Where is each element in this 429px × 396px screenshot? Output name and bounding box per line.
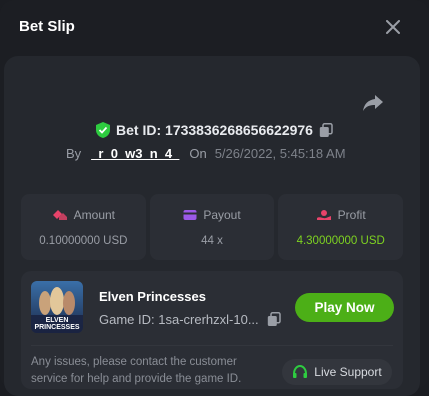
support-notice: Any issues, please contact the customer …: [31, 356, 242, 385]
by-label: By: [66, 145, 82, 161]
headset-icon: [293, 365, 308, 378]
profit-label: Profit: [337, 208, 366, 222]
profit-icon: [316, 210, 331, 220]
game-name: Elven Princesses: [99, 289, 206, 304]
amount-icon: [52, 210, 67, 220]
profit-label-row: Profit: [278, 208, 403, 222]
amount-value: 0.10000000 USD: [39, 235, 128, 247]
close-button[interactable]: [382, 16, 404, 38]
modal-header: Bet Slip: [0, 0, 429, 56]
wallet-icon: [183, 210, 197, 220]
divider: [31, 345, 393, 346]
payout-value: 44 x: [201, 235, 223, 247]
shield-check-icon: [96, 122, 111, 138]
bet-id: Bet ID: 1733836268656622976: [116, 122, 313, 138]
game-card: ELVEN PRINCESSES Elven Princesses Game I…: [21, 271, 403, 389]
payout-label: Payout: [203, 208, 241, 222]
copy-icon[interactable]: [319, 122, 333, 138]
share-icon: [363, 95, 383, 111]
amount-label-row: Amount: [21, 208, 146, 222]
share-button[interactable]: [361, 93, 385, 113]
game-id: Game ID: 1sa-crerhzxl-10...: [99, 312, 259, 327]
close-icon: [386, 20, 400, 34]
payout-stat: Payout 44 x: [149, 194, 275, 260]
bet-id-row: Bet ID: 1733836268656622976: [0, 120, 429, 140]
payout-label-row: Payout: [150, 208, 275, 222]
modal-title: Bet Slip: [19, 18, 75, 35]
username-link[interactable]: _r_0_w3_n_4_: [91, 146, 179, 161]
live-support-label: Live Support: [314, 365, 382, 379]
profit-value: 4.30000000 USD: [296, 235, 385, 247]
amount-label: Amount: [73, 208, 116, 222]
game-thumbnail-text: ELVEN PRINCESSES: [34, 317, 80, 331]
bet-byline: By _r_0_w3_n_4_ On 5/26/2022, 5:45:18 AM: [66, 144, 346, 162]
profit-stat: Profit 4.30000000 USD: [278, 194, 404, 260]
play-now-button[interactable]: Play Now: [295, 293, 394, 322]
game-id-row: Game ID: 1sa-crerhzxl-10...: [99, 312, 281, 327]
amount-stat: Amount 0.10000000 USD: [21, 194, 146, 260]
bet-slip-modal: Bet Slip Bet ID: 1733836268656622976 By …: [0, 0, 429, 396]
live-support-button[interactable]: Live Support: [282, 359, 392, 385]
copy-game-id-icon[interactable]: [267, 312, 281, 327]
on-label: On: [189, 145, 207, 161]
bet-stats: Amount 0.10000000 USD Payout 44 x Profit: [21, 194, 404, 260]
bet-date: 5/26/2022, 5:45:18 AM: [214, 145, 346, 161]
game-thumbnail[interactable]: ELVEN PRINCESSES: [31, 281, 83, 333]
